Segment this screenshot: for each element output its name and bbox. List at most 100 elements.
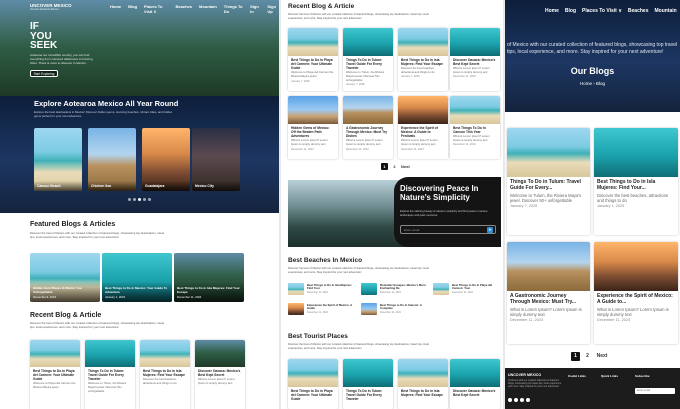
article-card[interactable]: Best Things to Do in Playa del Carmen: Y… — [288, 28, 338, 91]
send-icon[interactable]: ➤ — [487, 227, 493, 233]
tourist-card[interactable]: Things To Do in Tulum: Travel Guide For … — [343, 359, 393, 409]
article-card-title[interactable]: Best Things to Do in Isla Mujeres: Find … — [398, 56, 448, 66]
article-card[interactable]: Discover Oaxaca: Mexico's Best Kept Secr… — [450, 28, 500, 91]
beach-item-title[interactable]: Romantic Escapes: Mexico's Most Enchanti… — [380, 283, 431, 291]
article-card[interactable]: Things To Do in Tulum: Travel Guide For … — [343, 28, 393, 91]
blog-card[interactable]: A Gastronomic Journey Through Mexico: Mu… — [507, 242, 590, 344]
peace-email-input[interactable]: Enter email ➤ — [400, 225, 496, 234]
beach-item-title[interactable]: Best Things to Do in Isla Mujeres: Find … — [307, 283, 358, 291]
beach-item-thumb — [288, 283, 304, 295]
breadcrumb: Home › Blog — [505, 81, 680, 86]
article-card-title[interactable]: Discover Oaxaca: Mexico's Best Kept Secr… — [450, 56, 500, 66]
footer-logo[interactable]: UNCOVER MEXICO — [508, 373, 541, 377]
article-card-image — [450, 28, 500, 56]
recent-card-title[interactable]: Things To Do in Tulum: Travel Guide For … — [85, 367, 135, 381]
article-card-title[interactable]: Things To Do in Tulum: Travel Guide For … — [343, 56, 393, 70]
peace-text: Explore the calming beauty of nature's s… — [400, 210, 488, 217]
article-card[interactable]: A Gastronomic Journey Through Mexico: Mu… — [343, 96, 393, 159]
article-card[interactable]: Best Things To Do In Cancun This Year Wha… — [450, 96, 500, 159]
facebook-icon[interactable] — [508, 398, 512, 402]
beach-item[interactable]: Best Things to Do in Isla Mujeres: Find … — [288, 283, 358, 295]
page-1-button[interactable]: 1 — [571, 352, 580, 361]
nav-beaches[interactable]: Beaches — [628, 8, 649, 14]
explore-card-4[interactable]: Mexico City — [192, 128, 240, 191]
article-card-title[interactable]: A Gastronomic Journey Through Mexico: Mu… — [343, 124, 393, 138]
carousel-dot[interactable] — [133, 198, 136, 201]
featured-card-3[interactable]: Best Things to Do in Isla Mujeres: Find … — [174, 253, 244, 302]
tourist-card-title[interactable]: Best Things to Do in Playa del Carmen: Y… — [288, 387, 338, 401]
blog-card-title[interactable]: A Gastronomic Journey Through Mexico: Mu… — [507, 291, 590, 306]
article-card-date: December 11, 2024 — [453, 75, 476, 79]
tourist-card-title[interactable]: Best Things to Do in Isla Mujeres: Find … — [398, 387, 448, 397]
blog-card[interactable]: Best Things to Do in Isla Mujeres: Find … — [594, 128, 678, 235]
beach-item[interactable]: Best Things to Do in Cancun: A Complete D… — [361, 303, 431, 315]
carousel-dot[interactable] — [128, 198, 131, 201]
nav-mountain[interactable]: Mountain — [654, 8, 676, 14]
explore-card-2[interactable]: Chichen Itza — [88, 128, 136, 191]
tourist-card[interactable]: Discover Oaxaca: Mexico's Best Kept Secr… — [450, 359, 500, 409]
nav-things-to-do[interactable]: Things To Do — [224, 4, 243, 14]
footer-email-input[interactable]: Enter email — [635, 388, 675, 394]
article-card-title[interactable]: Hidden Gems of Mexico: Off the Beaten Pa… — [288, 124, 338, 138]
youtube-icon[interactable] — [526, 398, 530, 402]
tourist-card[interactable]: Best Things to Do in Isla Mujeres: Find … — [398, 359, 448, 409]
nav-mountain[interactable]: Mountain — [199, 4, 217, 14]
article-card-title[interactable]: Best Things to Do in Playa del Carmen: Y… — [288, 56, 338, 70]
article-card[interactable]: Hidden Gems of Mexico: Off the Beaten Pa… — [288, 96, 338, 159]
carousel-dot[interactable] — [143, 198, 146, 201]
carousel-dot[interactable] — [138, 198, 141, 201]
beach-item-title[interactable]: Best Things to Do in Cancun: A Complete — [380, 303, 431, 311]
carousel-dot[interactable] — [148, 198, 151, 201]
featured-card-1[interactable]: Hidden Gem Places In Mexico You Unforget… — [30, 253, 100, 302]
page-1-button[interactable]: 1 — [381, 163, 388, 170]
nav-beaches[interactable]: Beaches — [176, 4, 192, 14]
beach-item[interactable]: Romantic Escapes: Mexico's Most Enchanti… — [361, 283, 431, 295]
recent-card[interactable]: Things To Do in Tulum: Travel Guide For … — [85, 340, 135, 409]
beach-item-text: Best Things to Do in Playa del Carmen: Y… — [452, 283, 501, 295]
explore-card-1[interactable]: Cancun Beach — [34, 128, 82, 191]
recent-card-title[interactable]: Best Things to Do in Isla Mujeres: Find … — [140, 367, 190, 377]
blog-card-title[interactable]: Things To Do in Tulum: Travel Guide For … — [507, 177, 590, 192]
blog-card[interactable]: Experience the Spirit of Mexico: A Guide… — [594, 242, 678, 344]
instagram-icon[interactable] — [514, 398, 518, 402]
blog-card-title[interactable]: Best Things to Do in Isla Mujeres: Find … — [594, 177, 678, 192]
featured-card-2[interactable]: Best Things to Do in Mexico: Your Guide … — [102, 253, 172, 302]
page-2-button[interactable]: 2 — [391, 163, 398, 170]
nav-places[interactable]: Places To Visit ∨ — [144, 4, 169, 14]
blog-card[interactable]: Things To Do in Tulum: Travel Guide For … — [507, 128, 590, 235]
nav-home[interactable]: Home — [110, 4, 121, 14]
recent-card[interactable]: Best Things to Do in Playa del Carmen: Y… — [30, 340, 80, 409]
article-card-title[interactable]: Best Things To Do In Cancun This Year — [450, 124, 500, 134]
nav-blog[interactable]: Blog — [565, 8, 576, 14]
article-card[interactable]: Best Things to Do in Isla Mujeres: Find … — [398, 28, 448, 91]
next-page-button[interactable]: Next — [595, 352, 609, 361]
recent-card-title[interactable]: Discover Oaxaca: Mexico's Best Kept Secr… — [195, 367, 245, 377]
beach-item-title[interactable]: Best Things to Do in Playa del Carmen: Y… — [452, 283, 501, 291]
beach-item[interactable]: Best Things to Do in Playa del Carmen: Y… — [433, 283, 501, 295]
recent-card[interactable]: Discover Oaxaca: Mexico's Best Kept Secr… — [195, 340, 245, 409]
beach-item-title[interactable]: Experience the Spirit of Mexico: A Guide — [307, 303, 358, 311]
next-page-button[interactable]: Next — [401, 163, 410, 170]
start-exploring-button[interactable]: Start Exploring — [30, 70, 58, 77]
breadcrumb-home[interactable]: Home — [580, 81, 592, 86]
nav-sign-in[interactable]: Sign In — [250, 4, 260, 14]
beach-item[interactable]: Experience the Spirit of Mexico: A Guide… — [288, 303, 358, 315]
tourist-card-title[interactable]: Things To Do in Tulum: Travel Guide For … — [343, 387, 393, 401]
site-logo[interactable]: UNCOVER MEXICO Uncover Aotearoa Mexico — [30, 3, 72, 11]
article-card-title[interactable]: Experience the Spirit of Mexico: A Guide… — [398, 124, 448, 138]
twitter-icon[interactable] — [520, 398, 524, 402]
recent-card[interactable]: Best Things to Do in Isla Mujeres: Find … — [140, 340, 190, 409]
explore-card-3[interactable]: Guadalajara — [142, 128, 190, 191]
nav-home[interactable]: Home — [545, 8, 559, 14]
tourist-text: Discover the best of Mexico with our cur… — [288, 343, 429, 350]
page-2-button[interactable]: 2 — [583, 352, 592, 361]
tourist-card[interactable]: Best Things to Do in Playa del Carmen: Y… — [288, 359, 338, 409]
blog-card-title[interactable]: Experience the Spirit of Mexico: A Guide… — [594, 291, 678, 306]
tourist-card-title[interactable]: Discover Oaxaca: Mexico's Best Kept Secr… — [450, 387, 500, 397]
recent-card-title[interactable]: Best Things to Do in Playa del Carmen: Y… — [30, 367, 80, 381]
nav-sign-up[interactable]: Sign Up — [267, 4, 279, 14]
nav-places[interactable]: Places To Visit ∨ — [582, 8, 622, 14]
article-card[interactable]: Experience the Spirit of Mexico: A Guide… — [398, 96, 448, 159]
nav-blog[interactable]: Blog — [128, 4, 137, 14]
article-card-image — [398, 28, 448, 56]
